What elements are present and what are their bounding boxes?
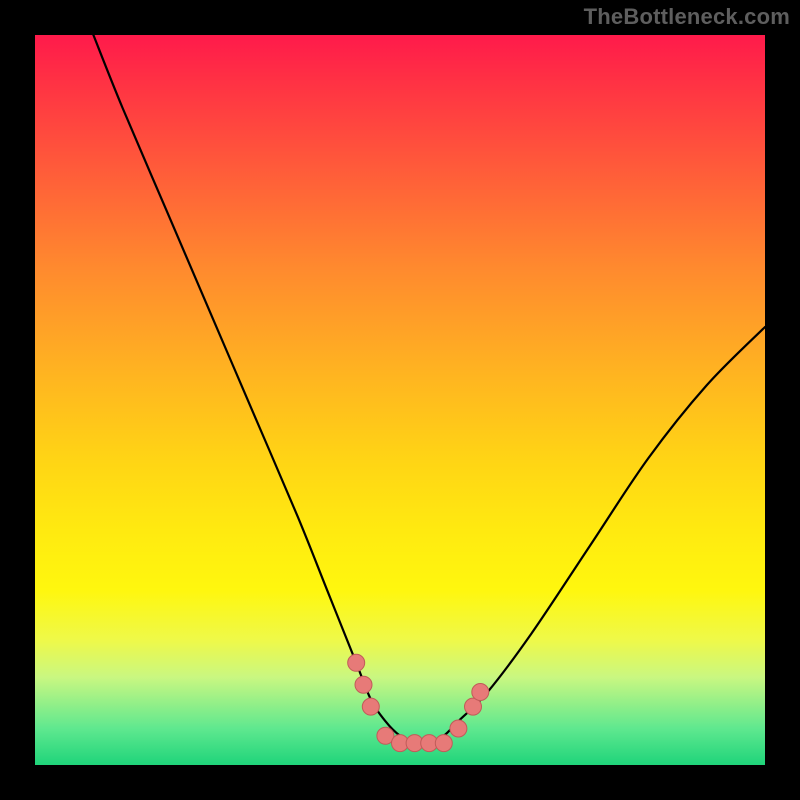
curve-marker bbox=[450, 720, 467, 737]
curve-marker bbox=[362, 698, 379, 715]
watermark-text: TheBottleneck.com bbox=[584, 4, 790, 30]
chart-plot-area bbox=[35, 35, 765, 765]
curve-markers bbox=[348, 654, 489, 751]
bottleneck-curve bbox=[93, 35, 765, 744]
curve-marker bbox=[355, 676, 372, 693]
curve-marker bbox=[348, 654, 365, 671]
chart-frame: TheBottleneck.com bbox=[0, 0, 800, 800]
curve-marker bbox=[472, 684, 489, 701]
chart-svg bbox=[35, 35, 765, 765]
curve-marker bbox=[435, 735, 452, 752]
